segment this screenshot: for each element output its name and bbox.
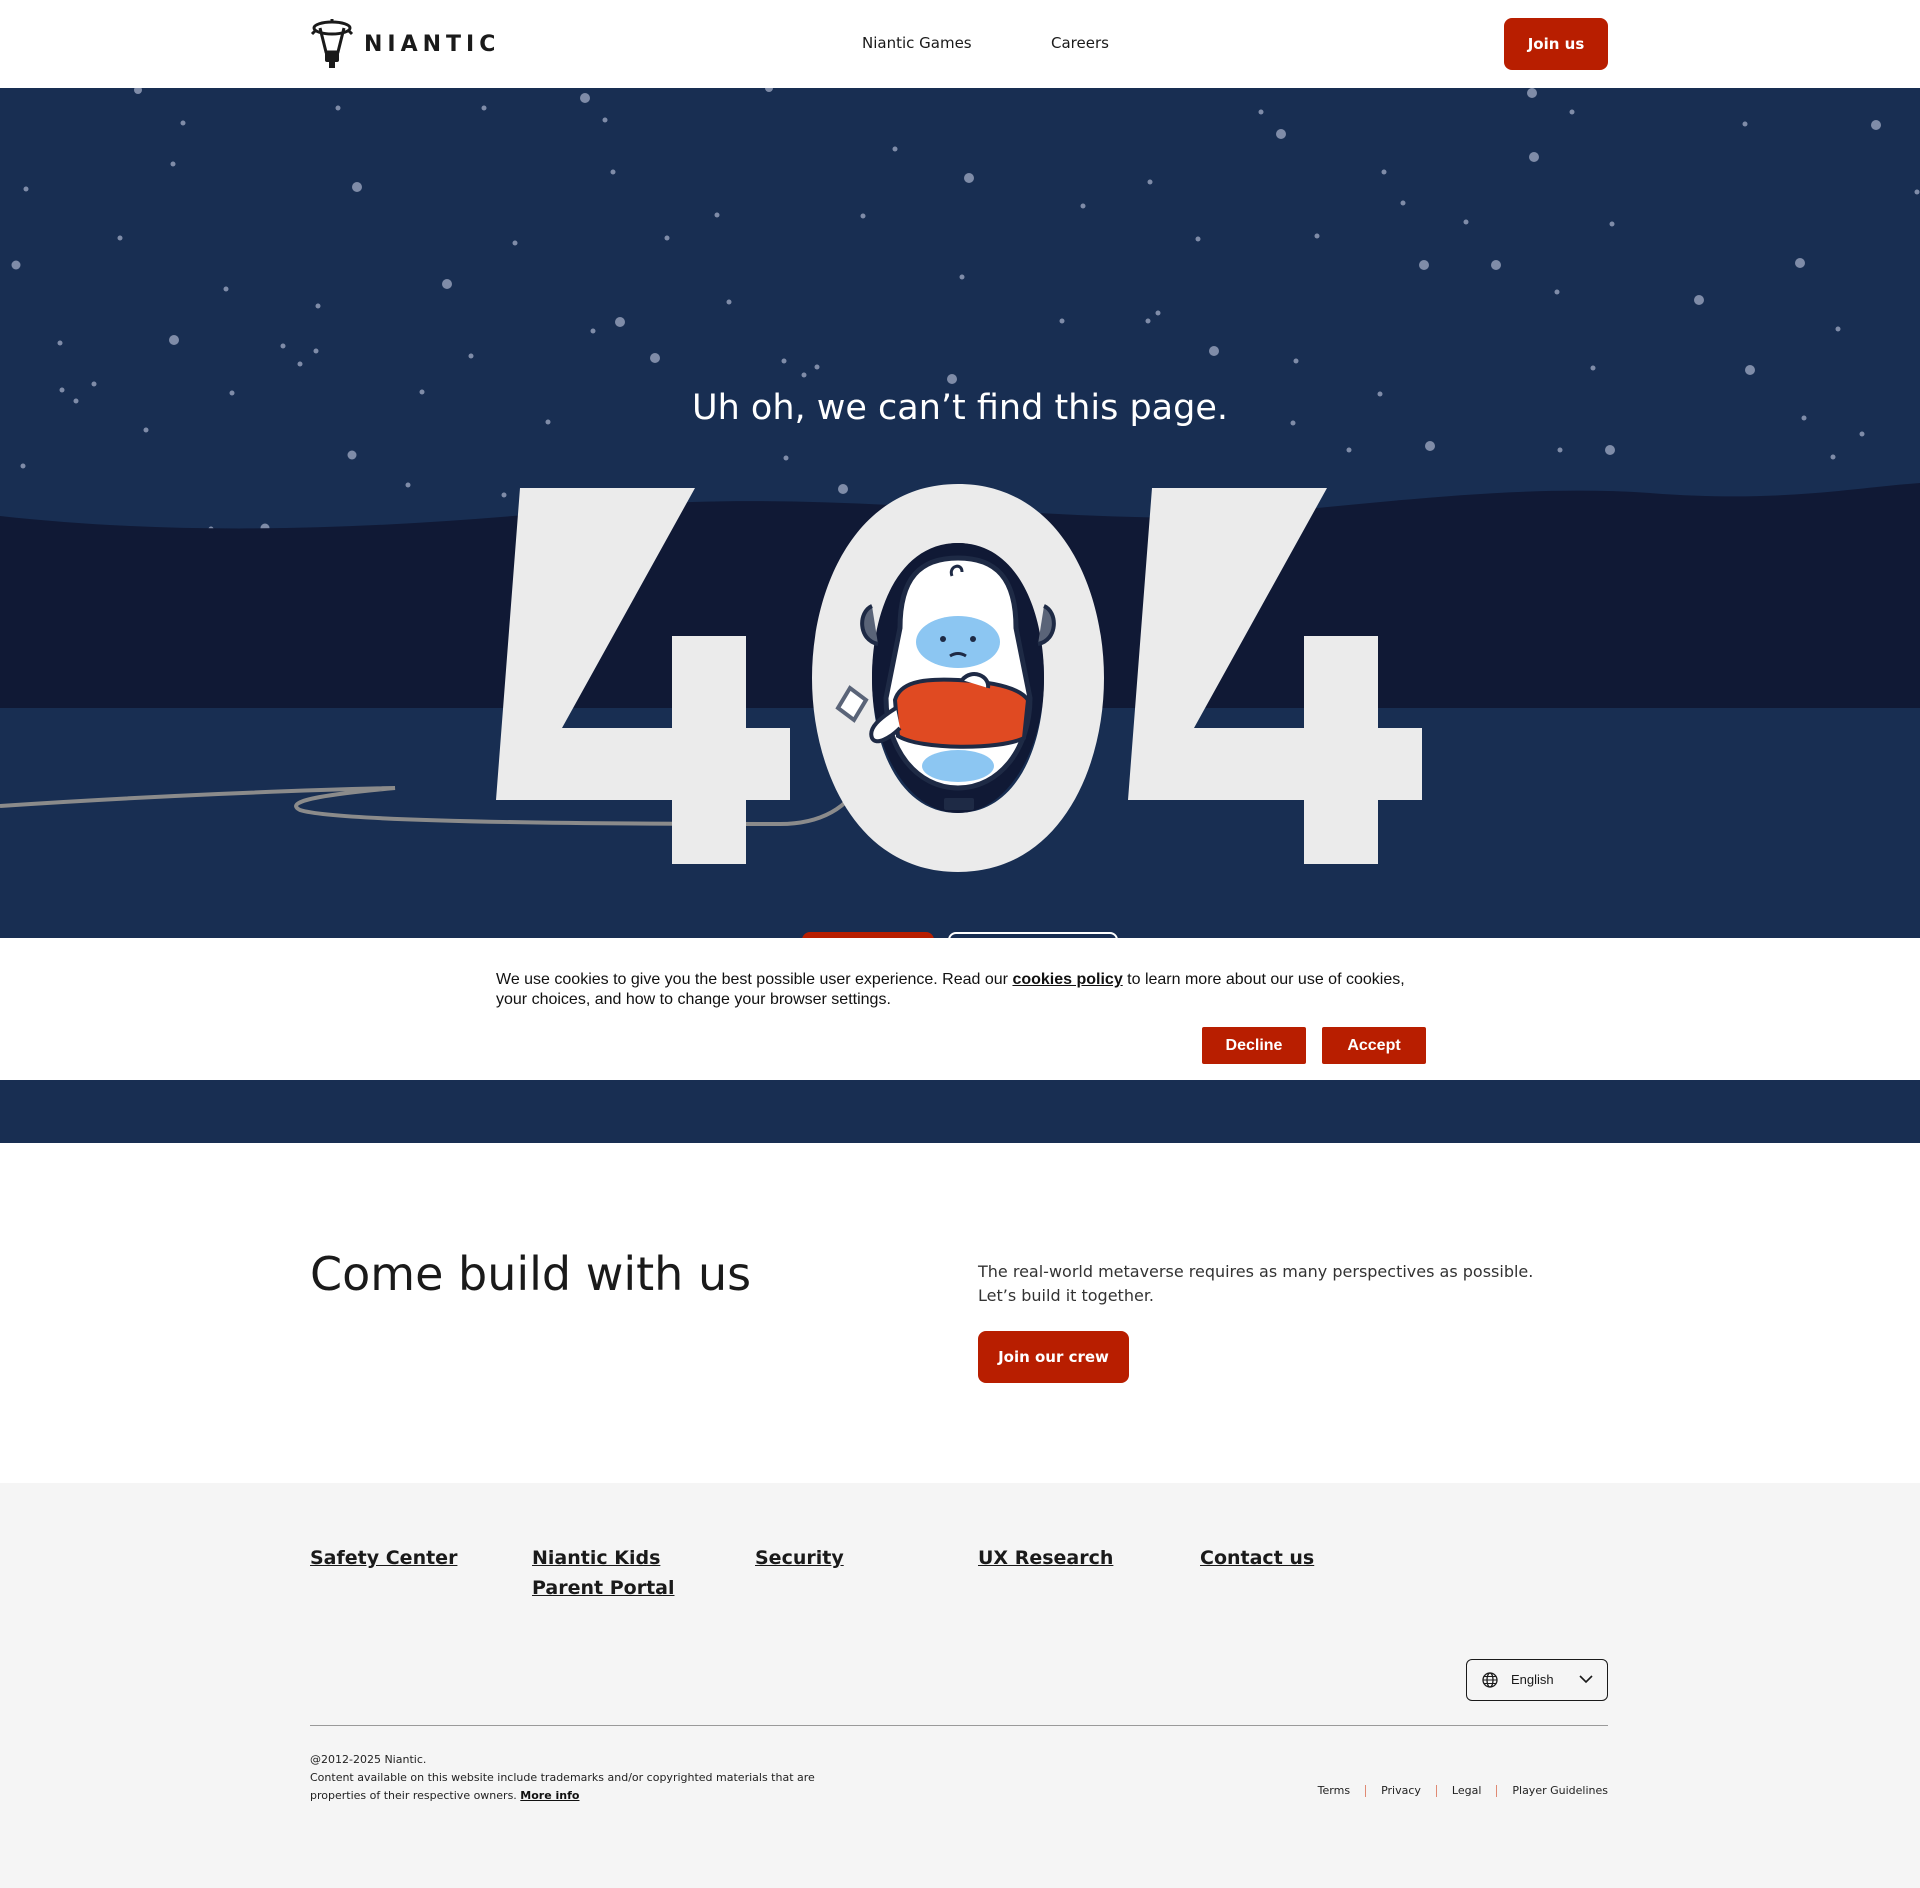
nav-niantic-games[interactable]: Niantic Games — [862, 34, 972, 52]
site-header: NIANTIC Niantic Games Careers Join us — [0, 0, 1920, 88]
decline-cookies-button[interactable]: Decline — [1202, 1027, 1306, 1064]
cookie-text-start: We use cookies to give you the best poss… — [496, 971, 1013, 988]
error-headline: Uh oh, we can’t find this page. — [691, 388, 1228, 428]
footer-link-safety-center[interactable]: Safety Center — [310, 1543, 510, 1573]
come-build-section: Come build with us The real-world metave… — [0, 1143, 1920, 1483]
globe-icon — [1482, 1672, 1498, 1688]
footer-divider — [310, 1725, 1608, 1726]
cookie-message: We use cookies to give you the best poss… — [496, 970, 1426, 1010]
join-our-crew-button[interactable]: Join our crew — [978, 1331, 1129, 1383]
privacy-link[interactable]: Privacy — [1381, 1784, 1421, 1797]
chevron-down-icon — [1579, 1675, 1593, 1684]
footer-link-kids-parent-portal[interactable]: Niantic Kids Parent Portal — [532, 1543, 722, 1603]
footer-link-ux-research[interactable]: UX Research — [978, 1543, 1178, 1573]
niantic-logo[interactable]: NIANTIC — [310, 18, 500, 70]
join-us-button[interactable]: Join us — [1504, 18, 1608, 70]
section-title: Come build with us — [310, 1247, 752, 1301]
logo-wordmark: NIANTIC — [364, 31, 501, 57]
footer-link-contact-us[interactable]: Contact us — [1200, 1543, 1400, 1573]
section-description: The real-world metaverse requires as man… — [978, 1260, 1538, 1308]
copyright-text: @2012-2025 Niantic. — [310, 1753, 427, 1766]
more-info-link[interactable]: More info — [520, 1789, 579, 1802]
cookie-banner: We use cookies to give you the best poss… — [0, 938, 1920, 1080]
trademark-notice: Content available on this website includ… — [310, 1769, 870, 1805]
site-footer: Safety Center Niantic Kids Parent Portal… — [0, 1483, 1920, 1888]
footer-link-security[interactable]: Security — [755, 1543, 955, 1573]
legal-separator — [1496, 1784, 1498, 1797]
legal-separator — [1365, 1784, 1367, 1797]
copyright-block: @2012-2025 Niantic. Content available on… — [310, 1751, 870, 1805]
balloon-logo-icon — [310, 19, 354, 68]
nav-careers[interactable]: Careers — [1051, 34, 1109, 52]
language-selector[interactable]: English — [1466, 1659, 1608, 1701]
description-line-2: Let’s build it together. — [978, 1286, 1155, 1305]
language-label: English — [1511, 1672, 1554, 1687]
legal-link[interactable]: Legal — [1452, 1784, 1481, 1797]
cookies-policy-link[interactable]: cookies policy — [1012, 971, 1122, 988]
terms-link[interactable]: Terms — [1318, 1784, 1350, 1797]
accept-cookies-button[interactable]: Accept — [1322, 1027, 1426, 1064]
legal-links: Terms Privacy Legal Player Guidelines — [1318, 1784, 1608, 1797]
legal-separator — [1435, 1784, 1437, 1797]
player-guidelines-link[interactable]: Player Guidelines — [1512, 1784, 1608, 1797]
description-line-1: The real-world metaverse requires as man… — [978, 1262, 1534, 1281]
